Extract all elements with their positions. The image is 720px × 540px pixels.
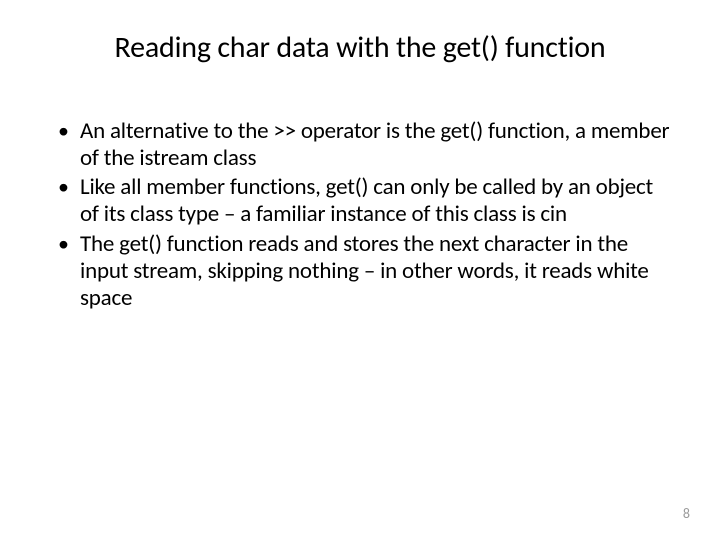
slide-container: Reading char data with the get() functio…: [0, 0, 720, 540]
bullet-item: Like all member functions, get() can onl…: [56, 174, 672, 228]
bullet-item: An alternative to the >> operator is the…: [56, 118, 672, 172]
bullet-list: An alternative to the >> operator is the…: [48, 118, 672, 312]
bullet-item: The get() function reads and stores the …: [56, 231, 672, 312]
slide-title: Reading char data with the get() functio…: [48, 30, 672, 66]
page-number: 8: [683, 505, 690, 522]
